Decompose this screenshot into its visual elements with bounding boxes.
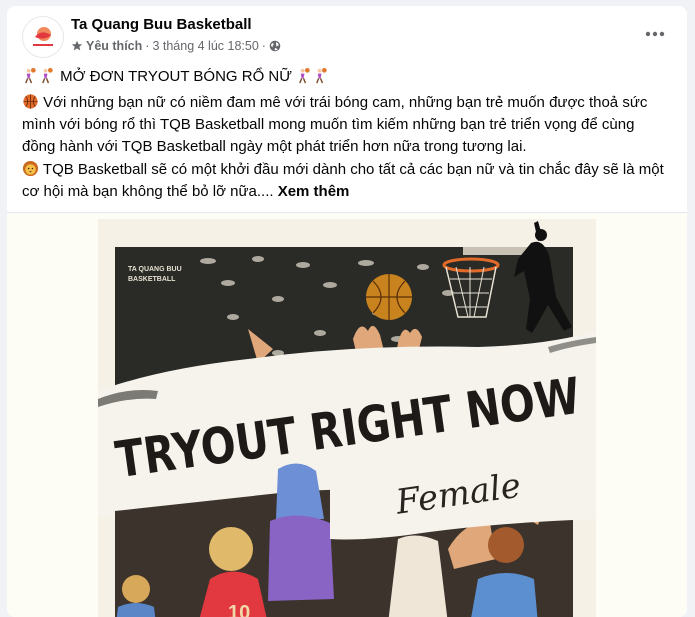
poster-logo-line-2: BASKETBALL <box>128 276 176 283</box>
star-icon <box>71 40 83 51</box>
post-headline-line: MỞ ĐƠN TRYOUT BÓNG RỔ NỮ <box>22 66 669 88</box>
paragraph-1-text: Với những bạn nữ có niềm đam mê với trái… <box>22 94 648 155</box>
page-logo <box>23 17 63 57</box>
woman-basketball-emoji <box>25 67 36 84</box>
post-meta: Yêu thích · 3 tháng 4 lúc 18:50 · <box>71 39 281 53</box>
poster-artwork: TA QUANG BUU BASKETBALL TRYOUT RIGHT NOW… <box>98 221 596 617</box>
woman-basketball-emoji <box>42 67 53 84</box>
post-headline: MỞ ĐƠN TRYOUT BÓNG RỔ NỮ <box>60 68 293 85</box>
page-name[interactable]: Ta Quang Buu Basketball <box>71 16 252 33</box>
page-avatar[interactable] <box>22 16 64 58</box>
post-paragraph-1: Với những bạn nữ có niềm đam mê với trái… <box>22 92 669 158</box>
jersey-number: 10 <box>228 602 250 617</box>
basketball-emoji <box>23 94 38 109</box>
lion-emoji <box>22 160 39 177</box>
post-paragraph-2: TQB Basketball sẽ có một khởi đầu mới dà… <box>22 159 669 203</box>
globe-icon[interactable] <box>269 40 281 52</box>
meta-separator: · <box>261 39 266 53</box>
post-card: Ta Quang Buu Basketball Yêu thích · 3 th… <box>7 6 687 617</box>
woman-basketball-emoji <box>316 67 327 84</box>
post-media[interactable]: TA QUANG BUU BASKETBALL TRYOUT RIGHT NOW… <box>7 212 687 617</box>
see-more-link[interactable]: Xem thêm <box>278 183 350 200</box>
more-options-icon[interactable] <box>641 22 669 46</box>
tryout-poster-image[interactable]: TA QUANG BUU BASKETBALL TRYOUT RIGHT NOW… <box>98 219 596 617</box>
poster-logo-line-1: TA QUANG BUU <box>128 266 182 273</box>
favorite-label[interactable]: Yêu thích <box>86 39 142 53</box>
woman-basketball-emoji <box>299 67 310 84</box>
meta-separator: · <box>145 39 150 53</box>
post-timestamp[interactable]: 3 tháng 4 lúc 18:50 <box>152 39 258 53</box>
